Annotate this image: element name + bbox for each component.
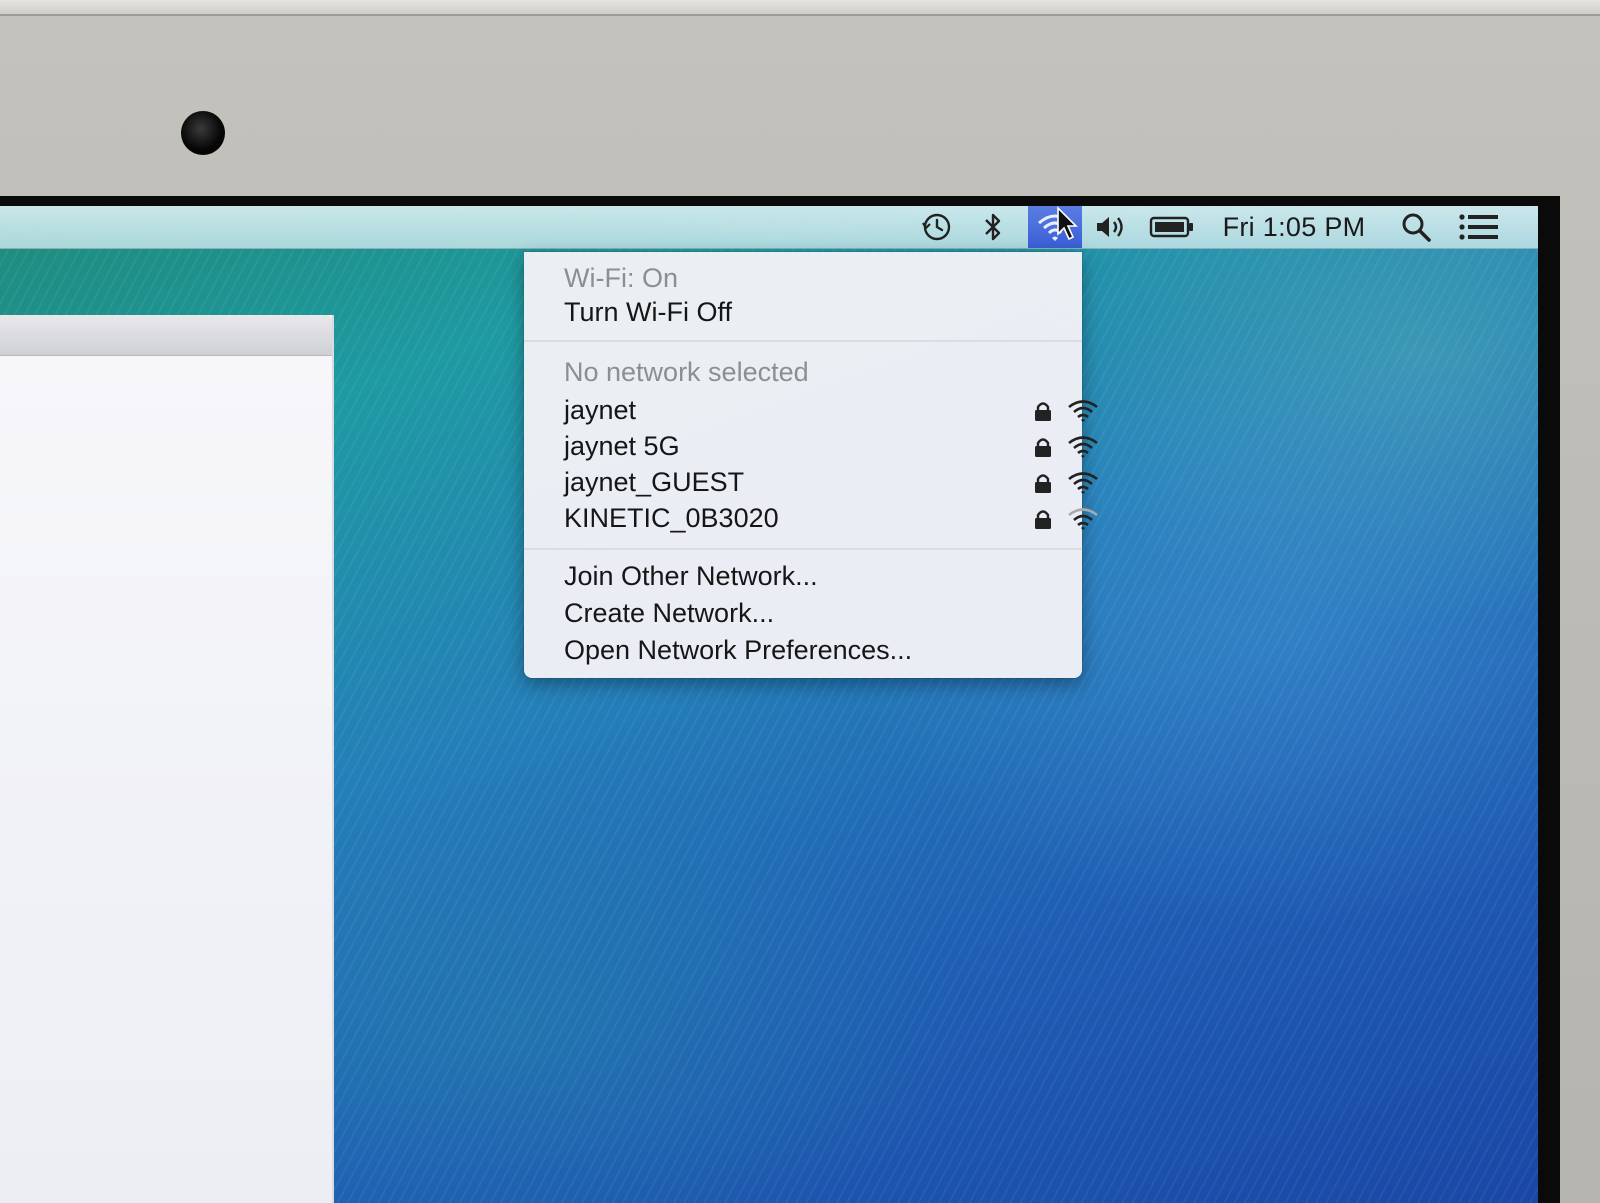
window-body — [0, 356, 332, 1203]
camera — [181, 111, 225, 155]
desktop: Fri 1:05 PM Wi-Fi: On Turn Wi-Fi Off No … — [0, 206, 1538, 1203]
wifi-signal-icon — [1068, 508, 1098, 530]
wifi-status: Wi-Fi: On — [564, 263, 678, 293]
network-item[interactable]: KINETIC_0B3020 — [564, 500, 1098, 536]
list-icon[interactable] — [1455, 206, 1503, 248]
menu-bar: Fri 1:05 PM — [0, 206, 1538, 249]
network-name: jaynet_GUEST — [564, 467, 745, 497]
lock-icon — [1035, 402, 1051, 421]
network-name: jaynet — [564, 395, 637, 425]
time-machine-icon[interactable] — [917, 206, 957, 248]
app-window — [0, 315, 334, 1203]
bluetooth-icon[interactable] — [978, 206, 1008, 248]
lock-icon — [1035, 438, 1051, 457]
network-item[interactable]: jaynet — [564, 392, 1098, 428]
network-item[interactable]: jaynet_GUEST — [564, 464, 1098, 500]
search-icon[interactable] — [1396, 206, 1436, 248]
menubar-clock[interactable]: Fri 1:05 PM — [1214, 206, 1374, 248]
lock-icon — [1035, 510, 1051, 529]
wifi-signal-icon — [1068, 472, 1098, 494]
menu-separator — [524, 548, 1082, 550]
laptop-bezel-edge — [0, 0, 1600, 16]
join-other-network-item[interactable]: Join Other Network... — [564, 558, 818, 594]
wifi-menu: Wi-Fi: On Turn Wi-Fi Off No network sele… — [524, 252, 1098, 678]
network-name: KINETIC_0B3020 — [564, 503, 779, 533]
mouse-cursor — [1055, 206, 1081, 246]
network-name: jaynet 5G — [564, 431, 680, 461]
network-item[interactable]: jaynet 5G — [564, 428, 1098, 464]
no-network-label: No network selected — [564, 357, 809, 387]
create-network-item[interactable]: Create Network... — [564, 595, 774, 631]
wifi-signal-icon — [1068, 400, 1098, 422]
menu-separator — [524, 340, 1082, 342]
battery-icon[interactable] — [1148, 206, 1196, 248]
wifi-signal-icon — [1068, 436, 1098, 458]
window-titlebar[interactable] — [0, 315, 332, 356]
volume-icon[interactable] — [1093, 206, 1129, 248]
turn-wifi-off-item[interactable]: Turn Wi-Fi Off — [564, 294, 732, 330]
open-network-preferences-item[interactable]: Open Network Preferences... — [564, 632, 912, 668]
lock-icon — [1035, 474, 1051, 493]
